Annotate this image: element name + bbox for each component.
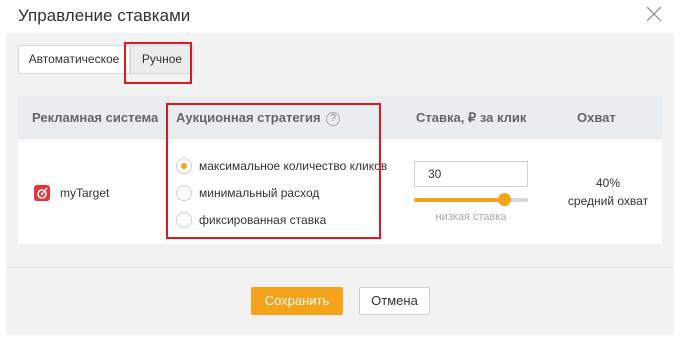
bid-slider-fill	[414, 198, 505, 202]
save-button[interactable]: Сохранить	[251, 287, 343, 315]
modal-body: Автоматическое Ручное Рекламная система …	[6, 33, 674, 335]
system-name: myTarget	[60, 186, 110, 200]
footer-divider	[6, 267, 674, 268]
mytarget-logo-icon	[34, 185, 50, 201]
strategy-option-label: максимальное количество кликов	[199, 159, 388, 173]
column-header-strategy: Аукционная стратегия ?	[176, 110, 341, 126]
modal-title: Управление ставками	[18, 6, 191, 25]
table-header: Рекламная система Аукционная стратегия ?…	[18, 96, 662, 138]
strategy-option-label: фиксированная ставка	[199, 213, 327, 227]
bid-slider[interactable]	[414, 193, 528, 206]
column-header-strategy-label: Аукционная стратегия	[176, 110, 321, 125]
table-row: myTarget максимальное количество кликов …	[18, 138, 662, 244]
radio-unchecked-icon[interactable]	[176, 185, 192, 201]
cancel-button[interactable]: Отмена	[359, 287, 430, 315]
modal-header: Управление ставками	[0, 0, 680, 33]
strategy-option-label: минимальный расход	[199, 186, 320, 200]
help-icon[interactable]: ?	[326, 112, 341, 126]
bid-slider-caption: низкая ставка	[435, 211, 507, 223]
bid-input[interactable]	[414, 161, 528, 187]
radio-checked-icon[interactable]	[176, 158, 192, 174]
column-header-reach: Охват	[577, 110, 616, 125]
close-icon[interactable]	[645, 5, 663, 23]
reach-value: 40%	[595, 176, 621, 190]
radio-unchecked-icon[interactable]	[176, 212, 192, 228]
tab-manual[interactable]: Ручное	[130, 45, 194, 74]
tab-automatic[interactable]: Автоматическое	[18, 45, 130, 74]
column-header-bid: Ставка, ₽ за клик	[416, 110, 527, 125]
reach-label: средний охват	[567, 194, 649, 208]
column-header-system: Рекламная система	[32, 110, 159, 125]
bid-slider-handle[interactable]	[498, 193, 512, 206]
